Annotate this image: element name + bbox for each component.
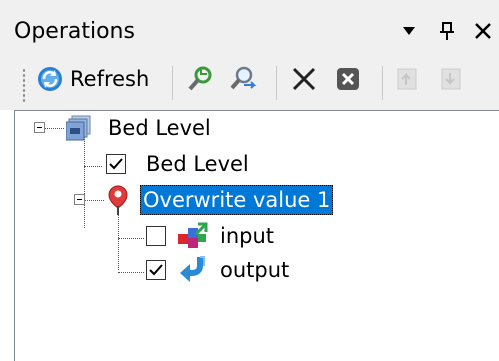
close-icon: [475, 23, 491, 39]
tree-connector: [118, 272, 144, 273]
dropdown-icon[interactable]: [394, 16, 424, 46]
delete-button[interactable]: [290, 64, 318, 94]
tree-root-label[interactable]: Bed Level: [108, 114, 211, 142]
tree-connector: [84, 166, 102, 167]
move-down-button[interactable]: [438, 64, 466, 94]
toolbar-separator: [172, 66, 173, 100]
refresh-label: Refresh: [70, 67, 150, 91]
toolbar-grip[interactable]: [22, 68, 26, 102]
output-checkbox[interactable]: [146, 260, 166, 280]
move-up-icon: [397, 68, 417, 90]
tree-connector: [84, 200, 104, 201]
checkmark-icon: [109, 158, 123, 170]
pin-icon: [108, 185, 128, 215]
panel-title: Operations: [14, 19, 135, 44]
pin-window-icon: [440, 22, 454, 40]
tree-connector: [118, 210, 119, 270]
toolbar-separator: [276, 66, 277, 100]
input-icon: [178, 222, 208, 248]
tree-connector: [44, 128, 64, 129]
delete-icon: [292, 67, 316, 91]
close-button[interactable]: [468, 16, 498, 46]
tree-connector: [118, 238, 144, 239]
refresh-button[interactable]: Refresh: [36, 64, 149, 94]
overwrite-expander[interactable]: [74, 194, 85, 205]
selected-tree-item-label[interactable]: Overwrite value 1: [140, 185, 334, 215]
remove-all-button[interactable]: [334, 64, 362, 94]
find-icon: [230, 66, 257, 90]
refresh-icon: [38, 67, 62, 91]
add-operation-icon: [188, 66, 212, 91]
checkmark-icon: [149, 264, 163, 276]
bed-level-icon: [66, 115, 91, 141]
add-operation-button[interactable]: [186, 64, 216, 94]
root-expander[interactable]: [34, 122, 45, 133]
tree-connector: [84, 134, 85, 228]
tree-item-label[interactable]: input: [220, 222, 274, 250]
remove-all-icon: [337, 68, 359, 90]
bed-level-checkbox[interactable]: [106, 154, 126, 174]
move-up-button[interactable]: [394, 64, 422, 94]
move-down-icon: [441, 68, 461, 90]
tree-item-label[interactable]: Bed Level: [146, 150, 249, 178]
tree-item-label[interactable]: output: [220, 256, 289, 284]
pin-button[interactable]: [432, 16, 462, 46]
output-icon: [180, 256, 205, 282]
toolbar-separator: [382, 66, 383, 100]
operations-panel: Operations Refresh Bed Level Bed Level O…: [0, 0, 499, 361]
input-checkbox[interactable]: [146, 226, 166, 246]
find-button[interactable]: [228, 64, 258, 94]
